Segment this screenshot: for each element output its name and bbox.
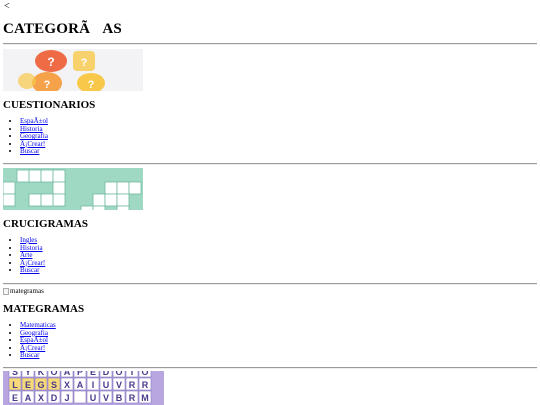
wordsearch-letter: I bbox=[92, 380, 95, 390]
divider bbox=[3, 163, 537, 165]
wordsearch-letter: E bbox=[25, 380, 31, 390]
wordsearch-letter: J bbox=[64, 393, 69, 403]
wordsearch-letter: L bbox=[12, 380, 18, 390]
wordsearch-letter: R bbox=[142, 380, 149, 390]
svg-text:?: ? bbox=[44, 79, 51, 91]
wordsearch-banner-image[interactable]: SYKOAPEDOTOLEGSXAIUVRREAXDJUVBRM bbox=[3, 371, 164, 405]
wordsearch-letter: X bbox=[64, 380, 70, 390]
divider bbox=[3, 367, 537, 369]
wordsearch-letter: U bbox=[103, 380, 110, 390]
wordsearch-letter: T bbox=[129, 371, 135, 377]
wordsearch-grid-icon: S Y K O A P E D O T OL E G S X A I U V R RE A X D J U V B R M bbox=[3, 371, 164, 405]
svg-text:?: ? bbox=[81, 57, 88, 69]
broken-image-icon bbox=[3, 287, 9, 295]
wordsearch-letter: U bbox=[90, 393, 97, 403]
section-title-crossword: CRUCIGRAMAS bbox=[3, 218, 88, 230]
question-bubbles-icon: ? ? ? ? bbox=[3, 49, 143, 91]
mategramas-banner-image[interactable]: mategramas bbox=[3, 287, 44, 295]
crossword-link-list: Ingles Historia Arte Â¡Crear! Buscar bbox=[20, 236, 45, 275]
wordsearch-letter: E bbox=[12, 393, 18, 403]
image-alt-text: mategramas bbox=[10, 287, 44, 295]
wordsearch-letter: Y bbox=[25, 371, 31, 377]
section-title-mategramas: MATEGRAMAS bbox=[3, 303, 85, 315]
wordsearch-letter: S bbox=[51, 380, 57, 390]
list-item: Buscar bbox=[20, 148, 48, 156]
wordsearch-letter: E bbox=[90, 371, 96, 377]
wordsearch-letter: V bbox=[116, 380, 122, 390]
divider bbox=[3, 43, 537, 45]
quiz-link-list: EspaÃ±ol Historia Geografia Â¡Crear! Bus… bbox=[20, 117, 48, 156]
wordsearch-letter: S bbox=[12, 371, 18, 377]
svg-text:?: ? bbox=[88, 79, 95, 91]
wordsearch-cell bbox=[73, 390, 87, 404]
list-item: Buscar bbox=[20, 352, 56, 360]
wordsearch-letter: G bbox=[37, 380, 44, 390]
wordsearch-letter: M bbox=[141, 393, 149, 403]
mategramas-link-list: Matematicas Geografia EspaÃ±ol Â¡Crear! … bbox=[20, 321, 56, 360]
back-link[interactable]: < bbox=[4, 1, 10, 12]
wordsearch-letter: P bbox=[77, 371, 83, 377]
quiz-link-search[interactable]: Buscar bbox=[20, 147, 39, 156]
wordsearch-letter: O bbox=[50, 371, 57, 377]
mategramas-link-search[interactable]: Buscar bbox=[20, 351, 39, 360]
crossword-grid-icon bbox=[3, 168, 143, 210]
wordsearch-letter: V bbox=[103, 393, 109, 403]
svg-text:?: ? bbox=[47, 55, 54, 69]
wordsearch-letter: O bbox=[115, 371, 122, 377]
wordsearch-letter: D bbox=[51, 393, 58, 403]
wordsearch-letter: A bbox=[77, 380, 84, 390]
wordsearch-letter: A bbox=[64, 371, 71, 377]
wordsearch-letter: O bbox=[141, 371, 148, 377]
wordsearch-letter: K bbox=[38, 371, 45, 377]
quiz-banner-image[interactable]: ? ? ? ? bbox=[3, 49, 143, 91]
divider bbox=[3, 283, 537, 285]
wordsearch-letter: X bbox=[38, 393, 44, 403]
wordsearch-letter: R bbox=[129, 393, 136, 403]
crossword-link-search[interactable]: Buscar bbox=[20, 266, 39, 275]
crossword-banner-image[interactable] bbox=[3, 168, 143, 210]
page-title: CATEGORÃAS bbox=[3, 21, 122, 37]
wordsearch-letter: D bbox=[103, 371, 110, 377]
section-title-quiz: CUESTIONARIOS bbox=[3, 99, 96, 111]
wordsearch-letter: B bbox=[116, 393, 123, 403]
list-item: Buscar bbox=[20, 267, 45, 275]
wordsearch-letter: R bbox=[129, 380, 136, 390]
wordsearch-letter: A bbox=[25, 393, 32, 403]
